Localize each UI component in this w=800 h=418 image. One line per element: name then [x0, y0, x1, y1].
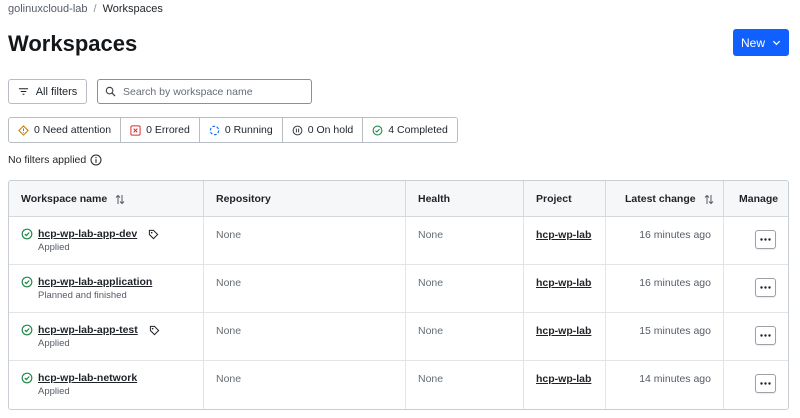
workspace-cell: hcp-wp-lab-network Applied: [9, 361, 204, 409]
column-header-label: Latest change: [625, 193, 696, 205]
check-circle-icon: [21, 372, 33, 384]
running-circle-icon: [209, 125, 220, 135]
check-circle-icon: [21, 276, 33, 288]
health-cell: None: [406, 265, 524, 312]
workspace-status: Applied: [38, 386, 70, 397]
workspace-cell: hcp-wp-lab-application Planned and finis…: [9, 265, 204, 312]
new-button[interactable]: New: [733, 29, 789, 56]
filter-need-attention[interactable]: 0 Need attention: [9, 118, 122, 142]
table-header: Workspace name Repository Health Project…: [9, 181, 788, 217]
search-icon: [105, 86, 116, 97]
project-link[interactable]: hcp-wp-lab: [524, 217, 606, 264]
workspace-name-link[interactable]: hcp-wp-lab-application: [38, 276, 152, 288]
latest-change-cell: 15 minutes ago: [606, 313, 724, 360]
column-header-label: Health: [418, 193, 451, 205]
search-input[interactable]: [123, 85, 303, 98]
filter-note: No filters applied: [8, 154, 102, 166]
column-header-repository: Repository: [204, 181, 406, 217]
breadcrumb-current: Workspaces: [102, 3, 163, 15]
filter-completed[interactable]: 4 Completed: [363, 118, 457, 142]
chevron-down-icon: [772, 40, 781, 46]
workspace-name-link[interactable]: hcp-wp-lab-app-dev: [38, 228, 137, 240]
manage-cell: [724, 217, 788, 264]
latest-change-cell: 14 minutes ago: [606, 361, 724, 409]
info-icon[interactable]: [90, 154, 102, 166]
check-circle-icon: [21, 228, 33, 240]
health-cell: None: [406, 361, 524, 409]
error-x-icon: [130, 124, 141, 136]
all-filters-button[interactable]: All filters: [8, 79, 87, 104]
breadcrumb: golinuxcloud-lab / Workspaces: [8, 3, 163, 15]
more-options-icon: [760, 382, 771, 385]
workspaces-table: Workspace name Repository Health Project…: [8, 180, 789, 410]
project-link[interactable]: hcp-wp-lab: [524, 361, 606, 409]
more-options-icon: [760, 238, 771, 241]
filter-note-text: No filters applied: [8, 154, 87, 166]
workspace-name-link[interactable]: hcp-wp-lab-network: [38, 372, 137, 384]
filter-need-attention-label: 0 Need attention: [34, 124, 112, 136]
check-circle-icon: [21, 324, 33, 336]
manage-button[interactable]: [755, 326, 776, 345]
column-header-label: Repository: [216, 193, 271, 205]
column-header-label: Project: [536, 193, 572, 205]
filter-icon: [18, 88, 28, 95]
manage-button[interactable]: [755, 230, 776, 249]
manage-button[interactable]: [755, 374, 776, 393]
repository-cell: None: [204, 265, 406, 312]
column-header-project: Project: [524, 181, 606, 217]
project-link[interactable]: hcp-wp-lab: [524, 265, 606, 312]
tag-icon[interactable]: [148, 229, 159, 240]
repository-cell: None: [204, 313, 406, 360]
manage-cell: [724, 361, 788, 409]
latest-change-cell: 16 minutes ago: [606, 265, 724, 312]
filter-errored[interactable]: 0 Errored: [121, 118, 200, 142]
filter-on-hold-label: 0 On hold: [307, 124, 354, 136]
health-cell: None: [406, 313, 524, 360]
repository-cell: None: [204, 361, 406, 409]
project-link[interactable]: hcp-wp-lab: [524, 313, 606, 360]
tag-icon[interactable]: [149, 325, 160, 336]
manage-cell: [724, 265, 788, 312]
column-header-manage: Manage: [724, 181, 788, 217]
workspace-name-link[interactable]: hcp-wp-lab-app-test: [38, 324, 138, 336]
workspace-cell: hcp-wp-lab-app-test Applied: [9, 313, 204, 360]
more-options-icon: [760, 286, 771, 289]
status-filter-bar: 0 Need attention 0 Errored 0 Running 0 O…: [8, 117, 458, 143]
column-header-label: Manage: [739, 193, 779, 205]
manage-button[interactable]: [755, 278, 776, 297]
search-box: [97, 79, 312, 104]
new-button-label: New: [740, 35, 765, 50]
check-circle-icon: [372, 125, 383, 135]
breadcrumb-separator: /: [93, 3, 97, 15]
health-cell: None: [406, 217, 524, 264]
pause-circle-icon: [292, 125, 303, 135]
latest-change-cell: 16 minutes ago: [606, 217, 724, 264]
warning-diamond-icon: [18, 124, 29, 136]
table-row: hcp-wp-lab-application Planned and finis…: [9, 265, 788, 313]
all-filters-label: All filters: [35, 85, 78, 98]
page-title: Workspaces: [8, 31, 138, 56]
filter-errored-label: 0 Errored: [146, 124, 190, 136]
workspace-cell: hcp-wp-lab-app-dev Applied: [9, 217, 204, 264]
repository-cell: None: [204, 217, 406, 264]
filter-on-hold[interactable]: 0 On hold: [282, 118, 364, 142]
workspace-status: Planned and finished: [38, 290, 127, 301]
table-row: hcp-wp-lab-app-test Applied None None hc…: [9, 313, 788, 361]
breadcrumb-org-link[interactable]: golinuxcloud-lab: [8, 3, 88, 15]
filter-completed-label: 4 Completed: [388, 124, 448, 136]
filter-running[interactable]: 0 Running: [199, 118, 283, 142]
manage-cell: [724, 313, 788, 360]
column-header-latest-change[interactable]: Latest change: [606, 181, 724, 217]
more-options-icon: [760, 334, 771, 337]
workspace-status: Applied: [38, 242, 70, 253]
table-row: hcp-wp-lab-network Applied None None hcp…: [9, 361, 788, 409]
workspace-status: Applied: [38, 338, 70, 349]
table-row: hcp-wp-lab-app-dev Applied None None hcp…: [9, 217, 788, 265]
column-header-label: Workspace name: [21, 193, 108, 205]
column-header-health: Health: [406, 181, 524, 217]
sort-icon: [704, 194, 713, 204]
filter-running-label: 0 Running: [224, 124, 273, 136]
sort-icon: [115, 194, 125, 204]
column-header-workspace-name[interactable]: Workspace name: [9, 181, 204, 217]
